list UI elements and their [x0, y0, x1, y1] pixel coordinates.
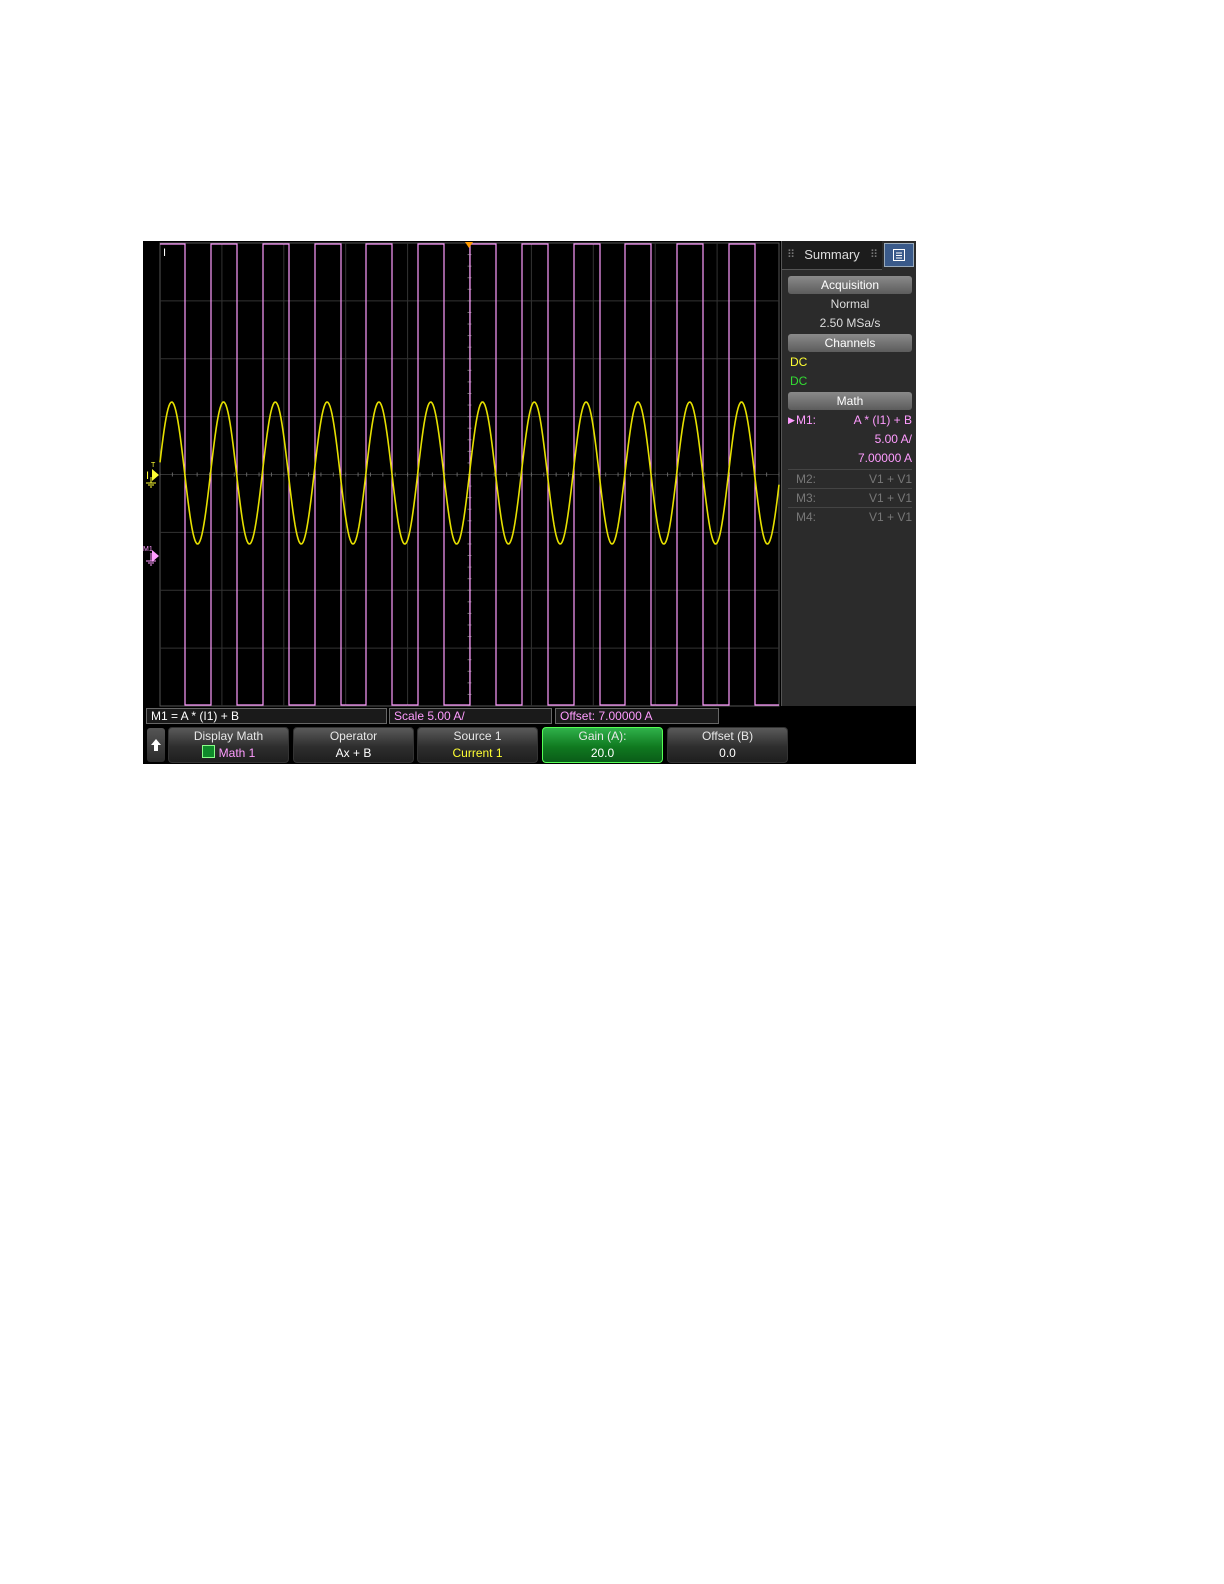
math-row-m3[interactable]: M3: V1 + V1 [788, 488, 912, 507]
m1-scale: 5.00 A/ [874, 432, 912, 446]
display-math-softkey[interactable]: Display Math Math 1 [168, 727, 289, 763]
offset-title: Offset (B) [701, 729, 754, 743]
svg-text:I: I [146, 470, 149, 482]
math-row-m1[interactable]: ▶ M1: A * (I1) + B [788, 411, 912, 429]
math-formula-status: M1 = A * (I1) + B [146, 708, 387, 724]
oscilloscope-screen: I I T M1 ⠿ Summary ⠿ Acquisition Normal … [143, 241, 916, 764]
offset-value: 0.0 [719, 746, 736, 760]
svg-text:M1: M1 [143, 546, 153, 553]
operator-value: Ax + B [335, 746, 372, 760]
sample-rate: 2.50 MSa/s [819, 316, 881, 330]
m2-label: M2: [796, 472, 817, 486]
operator-title: Operator [329, 729, 378, 743]
tab-summary[interactable]: ⠿ Summary ⠿ [782, 241, 882, 270]
m1-label: M1: [796, 413, 817, 427]
math-row-m4[interactable]: M4: V1 + V1 [788, 507, 912, 526]
m2-expression: V1 + V1 [868, 472, 912, 486]
display-math-title: Display Math [193, 729, 264, 743]
channel-1-coupling: DC [790, 355, 808, 369]
m1-expression: A * (I1) + B [853, 413, 912, 427]
gain-value: 20.0 [590, 746, 615, 760]
math-header[interactable]: Math [788, 392, 912, 410]
m3-label: M3: [796, 491, 817, 505]
checkbox-icon[interactable] [201, 745, 215, 758]
channel-2-coupling: DC [790, 374, 808, 388]
channel-ground-marker: I T [146, 462, 159, 488]
display-math-value: Math 1 [218, 746, 256, 760]
source-softkey[interactable]: Source 1 Current 1 [417, 727, 538, 763]
selected-arrow-icon: ▶ [788, 415, 795, 425]
up-arrow-icon [151, 739, 161, 751]
m4-expression: V1 + V1 [868, 510, 912, 524]
channels-header[interactable]: Channels [788, 334, 912, 352]
math-scale-status: Scale 5.00 A/ [389, 708, 552, 724]
trigger-marker-icon [465, 242, 473, 248]
gain-title: Gain (A): [578, 729, 627, 743]
summary-panel: ⠿ Summary ⠿ Acquisition Normal 2.50 MSa/… [781, 241, 916, 706]
gain-softkey[interactable]: Gain (A): 20.0 [542, 727, 663, 763]
acquisition-header[interactable]: Acquisition [788, 276, 912, 294]
math-row-m2[interactable]: M2: V1 + V1 [788, 469, 912, 488]
acquisition-mode: Normal [830, 297, 870, 311]
top-channel-label: I [163, 247, 166, 259]
menu-button[interactable] [884, 243, 914, 267]
operator-softkey[interactable]: Operator Ax + B [293, 727, 414, 763]
back-up-button[interactable] [147, 728, 165, 762]
source-title: Source 1 [453, 729, 502, 743]
menu-icon [893, 249, 905, 261]
offset-softkey[interactable]: Offset (B) 0.0 [667, 727, 788, 763]
math-ground-marker: M1 [143, 546, 159, 566]
drag-handle-icon[interactable]: ⠿ [787, 241, 795, 269]
math-offset-status: Offset: 7.00000 A [555, 708, 719, 724]
m3-expression: V1 + V1 [868, 491, 912, 505]
channel-marker-arrow-icon [152, 469, 159, 481]
summary-tab-label: Summary [804, 247, 860, 262]
svg-text:T: T [151, 462, 156, 469]
drag-handle-icon[interactable]: ⠿ [870, 241, 878, 269]
source-value: Current 1 [452, 746, 503, 760]
m1-offset: 7.00000 A [857, 451, 912, 465]
m4-label: M4: [796, 510, 817, 524]
